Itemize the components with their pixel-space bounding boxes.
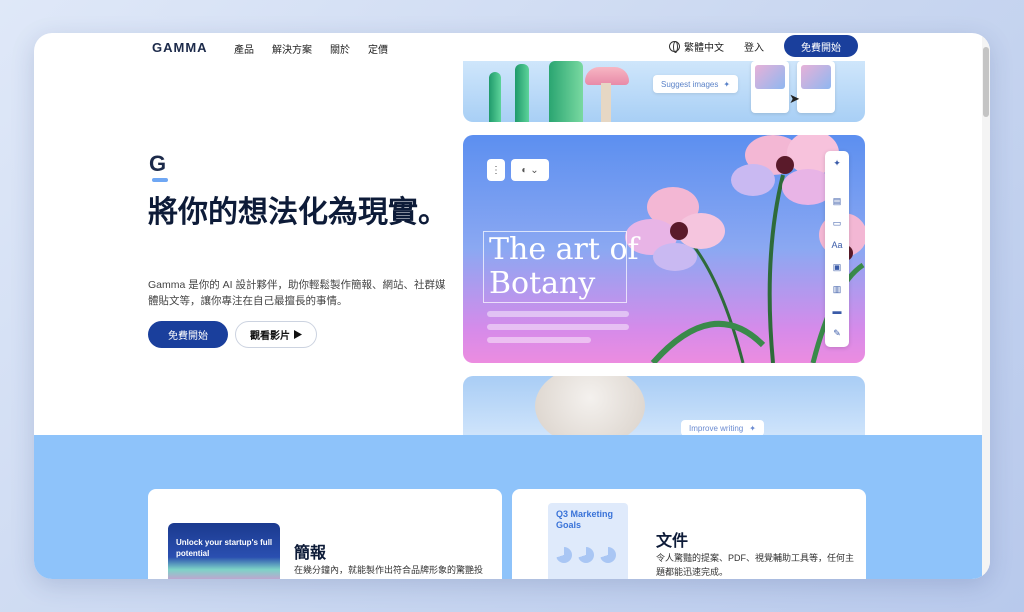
play-icon: [294, 330, 302, 339]
feature-description: 在幾分鐘內，就能製作出符合品牌形象的驚艷投: [294, 565, 484, 575]
browser-window: GAMMA 產品 解決方案 關於 定價 繁體中文 登入 免費開始 G 將你的想法…: [34, 33, 990, 579]
feature-description: 令人驚豔的提案、PDF、視覺輔助工具等，任何主題都能迅速完成。: [656, 553, 855, 577]
placeholder-text-line: [487, 311, 629, 317]
document-thumb-text: Q3 Marketing Goals: [556, 509, 614, 530]
language-label: 繁體中文: [684, 42, 724, 54]
nav-right: 繁體中文 登入 免費開始: [669, 35, 858, 57]
hero-logo-underline: [152, 178, 168, 182]
suggest-images-chip[interactable]: Suggest images ✦: [653, 75, 739, 93]
page-scrollbar[interactable]: [982, 33, 990, 579]
more-options-icon[interactable]: ⋮: [487, 159, 505, 181]
theme-palette-button[interactable]: ◐ ⌄: [511, 159, 549, 181]
art-title[interactable]: The art of Botany: [489, 233, 649, 301]
watch-video-button[interactable]: 觀看影片: [235, 321, 317, 348]
presentation-thumbnail: Unlock your startup's full potential: [168, 523, 280, 579]
nav-link-products[interactable]: 產品: [234, 41, 254, 56]
cactus-shape: [549, 61, 583, 122]
top-nav: GAMMA 產品 解決方案 關於 定價 繁體中文 登入 免費開始: [34, 33, 982, 61]
hero-title: 將你的想法化為現實。: [148, 196, 448, 229]
cactus-shape: [515, 64, 529, 122]
watch-video-label: 觀看影片: [250, 331, 290, 342]
sparkle-icon: ✦: [749, 423, 756, 433]
showcase-card-cloud: Improve writing ✦: [463, 376, 865, 436]
scrollbar-thumb[interactable]: [983, 47, 989, 117]
layout-icon[interactable]: ▭: [830, 217, 844, 229]
nav-links: 產品 解決方案 關於 定價: [234, 41, 388, 56]
cursor-icon: ➤: [789, 91, 800, 106]
nav-link-pricing[interactable]: 定價: [368, 41, 388, 56]
editor-side-toolbar: ✦ ▤ ▭ Aa ▣ ▥ ▬ ✎: [825, 151, 849, 347]
showcase-card-cactus: Suggest images ✦ ➤: [463, 61, 865, 122]
cloud-shape: [535, 376, 645, 436]
nav-link-about[interactable]: 關於: [330, 41, 350, 56]
pie-chart-icon: [556, 547, 572, 563]
pie-chart-icon: [578, 547, 594, 563]
feature-title: 簡報: [294, 545, 327, 562]
language-selector[interactable]: 繁體中文: [669, 39, 724, 54]
placeholder-text-line: [487, 337, 591, 343]
globe-icon: [669, 40, 680, 53]
features-section: Unlock your startup's full potential 簡報 …: [34, 435, 982, 579]
image-suggestion-thumb[interactable]: [751, 61, 789, 113]
image-suggestion-thumb[interactable]: [797, 61, 835, 113]
mushroom-stem: [601, 83, 611, 122]
placeholder-text-line: [487, 324, 629, 330]
hero-logo-mark: G: [149, 151, 167, 176]
hero-start-button[interactable]: 免費開始: [148, 321, 228, 348]
sparkle-icon: ✦: [723, 79, 731, 89]
login-link[interactable]: 登入: [744, 39, 764, 54]
ai-sparkle-icon[interactable]: ✦: [830, 157, 844, 169]
presentation-thumb-text: Unlock your startup's full potential: [176, 538, 273, 558]
gamma-logo[interactable]: GAMMA: [152, 40, 208, 55]
nav-link-solutions[interactable]: 解決方案: [272, 41, 312, 56]
video-icon[interactable]: ▥: [830, 283, 844, 295]
improve-writing-label: Improve writing: [689, 423, 744, 433]
improve-writing-chip[interactable]: Improve writing ✦: [681, 420, 764, 436]
feature-card-documents[interactable]: Q3 Marketing Goals 文件 令人驚豔的提案、PDF、視覺輔助工具…: [512, 489, 866, 579]
embed-icon[interactable]: ▬: [830, 305, 844, 317]
feature-title: 文件: [656, 533, 689, 550]
nav-cta-button[interactable]: 免費開始: [784, 35, 858, 57]
pie-chart-icon: [600, 547, 616, 563]
cards-icon[interactable]: ▤: [830, 195, 844, 207]
cactus-shape: [489, 72, 501, 122]
showcase-card-botany: ⋮ ◐ ⌄ The art of Botany: [463, 135, 865, 363]
image-icon[interactable]: ▣: [830, 261, 844, 273]
text-style-icon[interactable]: Aa: [830, 239, 844, 251]
feature-card-presentations[interactable]: Unlock your startup's full potential 簡報 …: [148, 489, 502, 579]
document-thumbnail: Q3 Marketing Goals: [548, 503, 628, 579]
edit-icon[interactable]: ✎: [830, 327, 844, 339]
suggest-images-label: Suggest images: [661, 79, 719, 89]
hero-description: Gamma 是你的 AI 設計夥伴，助你輕鬆製作簡報、網站、社群媒體貼文等，讓你…: [148, 279, 446, 307]
